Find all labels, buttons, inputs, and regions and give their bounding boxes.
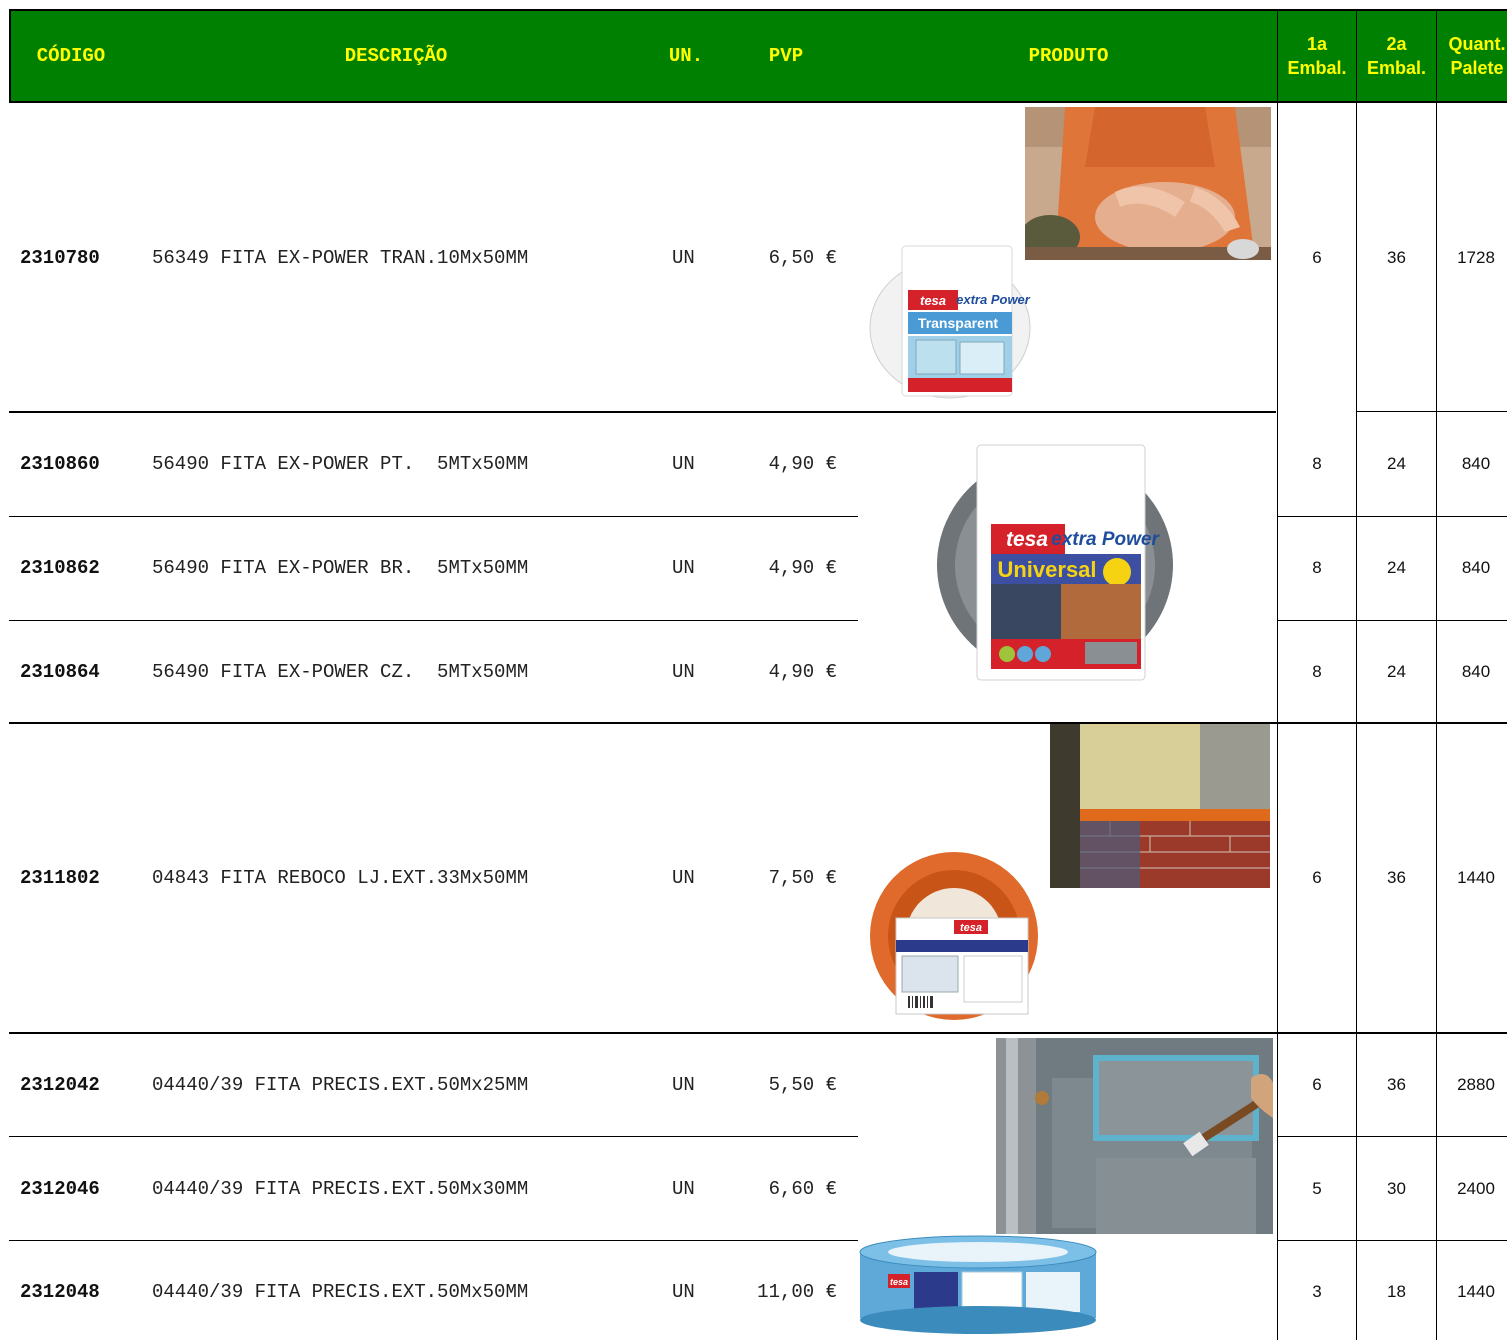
cell-palete: 2880 [1457,1075,1495,1094]
cell-descricao: 04440/39 FITA PRECIS.EXT.50Mx25MM [152,1074,529,1096]
tape4-brand: tesa [890,1277,908,1287]
cell-pvp: 11,00 € [757,1281,837,1303]
cell-emb1: 6 [1312,248,1322,267]
cell-emb2: 30 [1387,1179,1406,1198]
cell-pvp: 6,50 € [768,247,837,269]
header-produto: PRODUTO [1028,45,1109,67]
cell-emb2: 36 [1387,868,1406,887]
cell-un: UN [672,453,695,475]
product-image-tape-transparent: tesa extra Power Transparent [868,240,1043,400]
cell-emb2: 36 [1387,1075,1406,1094]
cell-emb1: 5 [1312,1179,1322,1198]
cell-descricao: 56490 FITA EX-POWER PT. 5MTx50MM [152,453,529,475]
cell-emb1: 3 [1312,1282,1322,1301]
product-image-tape-orange: tesa [868,848,1040,1022]
tape2-name: Universal [997,557,1096,582]
tape2-brand: tesa [1006,528,1048,551]
cell-pvp: 6,60 € [768,1178,837,1200]
cell-descricao: 04440/39 FITA PRECIS.EXT.50Mx30MM [152,1178,529,1200]
tape1-line: extra Power [956,292,1031,307]
cell-pvp: 4,90 € [768,453,837,475]
header-emb1-line1: 1a [1306,34,1328,54]
cell-palete: 840 [1461,558,1491,577]
cell-codigo: 2310780 [20,247,100,269]
cell-emb1: 6 [1312,868,1322,887]
header-pvp: PVP [768,45,804,67]
cell-emb2: 18 [1387,1282,1406,1301]
tape3-brand: tesa [960,922,982,934]
product-photo-precision-usage [996,1038,1273,1234]
cell-un: UN [672,1074,695,1096]
table-header: CÓDIGO DESCRIÇÃO UN. PVP PRODUTO 1a Emba… [9,9,1507,103]
cell-descricao: 56490 FITA EX-POWER BR. 5MTx50MM [152,557,529,579]
cell-descricao: 04440/39 FITA PRECIS.EXT.50Mx50MM [152,1281,529,1303]
cell-un: UN [672,557,695,579]
cell-descricao: 56349 FITA EX-POWER TRAN.10Mx50MM [152,247,529,269]
cell-codigo: 2312046 [20,1178,100,1200]
product-photo-transparent-usage [1025,107,1271,260]
cell-descricao: 56490 FITA EX-POWER CZ. 5MTx50MM [152,661,529,683]
cell-emb1: 8 [1312,662,1322,681]
header-palete-line1: Quant. [1448,34,1506,54]
cell-palete: 840 [1461,662,1491,681]
tape1-brand: tesa [920,293,946,308]
cell-emb2: 36 [1387,248,1406,267]
cell-emb2: 24 [1387,558,1406,577]
cell-un: UN [672,247,695,269]
product-photo-plastering-usage [1050,724,1270,888]
product-image-tape-universal: tesa extra Power Universal [935,440,1185,685]
header-palete-line2: Palete [1450,58,1504,78]
cell-descricao: 04843 FITA REBOCO LJ.EXT.33Mx50MM [152,867,529,889]
header-descricao: DESCRIÇÃO [344,45,448,67]
cell-un: UN [672,1178,695,1200]
cell-codigo: 2311802 [20,867,100,889]
header-palete: Quant. Palete [1437,11,1507,101]
cell-palete: 1728 [1457,248,1495,267]
cell-codigo: 2310862 [20,557,100,579]
cell-codigo: 2310864 [20,661,100,683]
tape1-name: Transparent [918,315,998,331]
cell-pvp: 4,90 € [768,661,837,683]
cell-palete: 2400 [1457,1179,1495,1198]
cell-codigo: 2310860 [20,453,100,475]
cell-emb1: 8 [1312,454,1322,473]
tape2-line: extra Power [1051,529,1160,550]
cell-codigo: 2312042 [20,1074,100,1096]
cell-pvp: 5,50 € [768,1074,837,1096]
cell-codigo: 2312048 [20,1281,100,1303]
header-emb1: 1a Embal. [1278,11,1356,101]
cell-emb2: 24 [1387,662,1406,681]
header-emb2: 2a Embal. [1357,11,1436,101]
cell-un: UN [672,1281,695,1303]
header-emb1-line2: Embal. [1287,58,1347,78]
cell-pvp: 7,50 € [768,867,837,889]
cell-pvp: 4,90 € [768,557,837,579]
cell-palete: 1440 [1457,868,1495,887]
header-codigo: CÓDIGO [36,45,106,67]
header-emb2-line1: 2a [1386,34,1407,54]
cell-un: UN [672,867,695,889]
cell-emb2: 24 [1387,454,1406,473]
cell-un: UN [672,661,695,683]
product-image-tape-blue: tesa [858,1234,1098,1336]
header-un: UN. [668,45,704,67]
cell-palete: 1440 [1457,1282,1495,1301]
cell-emb1: 8 [1312,558,1322,577]
cell-emb1: 6 [1312,1075,1322,1094]
cell-palete: 840 [1461,454,1491,473]
header-emb2-line2: Embal. [1366,58,1427,78]
